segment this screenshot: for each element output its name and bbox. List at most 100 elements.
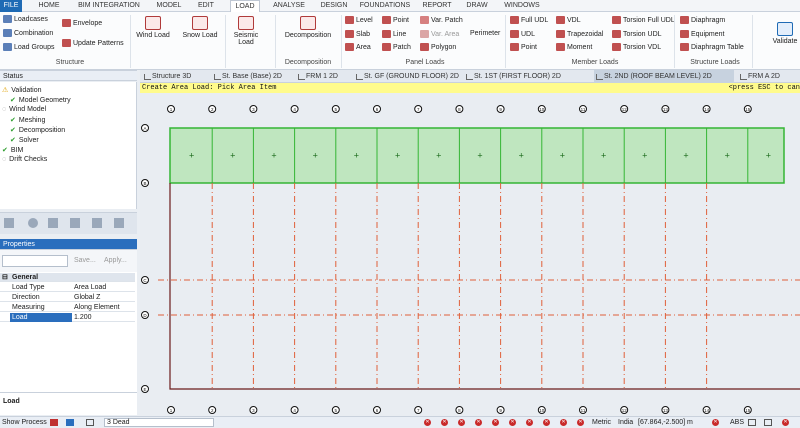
- load-mode-icon[interactable]: [50, 419, 58, 426]
- wind-load-button[interactable]: Wind Load: [134, 16, 172, 39]
- globe-icon[interactable]: [28, 218, 38, 228]
- menu-analyse[interactable]: ANALYSE: [270, 0, 308, 12]
- prop-row-load[interactable]: Load 1.200: [0, 313, 135, 322]
- tree-item-meshing[interactable]: ✔ Meshing: [10, 116, 45, 125]
- menu-bim-integration[interactable]: BIM INTEGRATION: [73, 0, 145, 12]
- diaphragm-table-button[interactable]: Diaphragm Table: [680, 43, 744, 51]
- section-general[interactable]: ⊟ General: [0, 273, 135, 282]
- tab-st-base[interactable]: St. Base (Base) 2D: [212, 70, 292, 83]
- area-button[interactable]: Area: [345, 43, 371, 51]
- description-panel: Load: [0, 392, 137, 415]
- close-icon[interactable]: ✕: [475, 419, 482, 426]
- close-icon[interactable]: ✕: [526, 419, 533, 426]
- close-icon[interactable]: ✕: [712, 419, 719, 426]
- tab-st-1st[interactable]: St. 1ST (FIRST FLOOR) 2D: [464, 70, 590, 83]
- loadcase-selector[interactable]: 3 Dead: [104, 418, 214, 427]
- perimeter-button[interactable]: Perimeter: [470, 30, 500, 37]
- tab-frm-a[interactable]: FRM A 2D: [738, 70, 798, 83]
- tree-item-drift-checks[interactable]: ◌ Drift Checks: [2, 156, 47, 163]
- tree-item-decomposition[interactable]: ✔ Decomposition: [10, 126, 65, 135]
- menu-report[interactable]: REPORT: [418, 0, 456, 12]
- close-icon[interactable]: ✕: [560, 419, 567, 426]
- validate-button[interactable]: Validate: [770, 22, 800, 45]
- menu-foundations[interactable]: FOUNDATIONS: [357, 0, 413, 12]
- menu-draw[interactable]: DRAW: [462, 0, 492, 12]
- tab-st-gf[interactable]: St. GF (GROUND FLOOR) 2D: [354, 70, 460, 83]
- torsion-full-udl-button[interactable]: Torsion Full UDL: [612, 16, 675, 24]
- line-button[interactable]: Line: [382, 30, 406, 38]
- slab-button[interactable]: Slab: [345, 30, 370, 38]
- snow-load-button[interactable]: Snow Load: [180, 16, 220, 39]
- decomposition-button[interactable]: Decomposition: [280, 16, 336, 39]
- save-button[interactable]: Save...: [74, 257, 96, 264]
- mail-icon[interactable]: [86, 419, 94, 426]
- tool-icon[interactable]: [4, 218, 14, 228]
- loadcases-button[interactable]: Loadcases: [3, 15, 48, 23]
- prop-row-direction[interactable]: Direction Global Z: [0, 293, 135, 302]
- properties-selector[interactable]: [2, 255, 68, 267]
- close-icon[interactable]: ✕: [424, 419, 431, 426]
- combination-button[interactable]: Combination: [3, 29, 53, 37]
- drawing-canvas[interactable]: + + + + + + + + + + + + + + +1 1 2 2 3 3 4 4 5 5 6 6 7 7 8 8 9 9 10 10 11 1…: [140, 93, 800, 416]
- close-icon[interactable]: ✕: [458, 419, 465, 426]
- prop-row-measuring[interactable]: Measuring Along Element: [0, 303, 135, 312]
- show-process-label[interactable]: Show Process: [2, 417, 47, 428]
- tree-item-wind-model[interactable]: ◌ Wind Model: [2, 106, 46, 113]
- tab-structure-3d[interactable]: Structure 3D: [142, 70, 208, 83]
- tab-frm-1[interactable]: FRM 1 2D: [296, 70, 350, 83]
- udl-button[interactable]: UDL: [510, 30, 535, 38]
- snap-icon[interactable]: [748, 419, 756, 426]
- update-patterns-button[interactable]: Update Patterns: [62, 39, 124, 47]
- seismic-load-button[interactable]: Seismic Load: [228, 16, 264, 46]
- menu-model[interactable]: MODEL: [153, 0, 185, 12]
- level-button[interactable]: Level: [345, 16, 373, 24]
- var-patch-button[interactable]: Var. Patch: [420, 16, 463, 24]
- trapezoidal-button[interactable]: Trapezoidal: [556, 30, 603, 38]
- menu-edit[interactable]: EDIT: [193, 0, 219, 12]
- ortho-icon[interactable]: [764, 419, 772, 426]
- group-label-structure: Structure: [55, 59, 85, 66]
- patch-button[interactable]: Patch: [382, 43, 411, 51]
- tree-item-validation[interactable]: ⚠ Validation: [2, 86, 42, 95]
- tree-item-solver[interactable]: ✔ Solver: [10, 136, 39, 145]
- var-area-button[interactable]: Var. Area: [420, 30, 459, 38]
- menu-windows[interactable]: WINDOWS: [500, 0, 544, 12]
- member-point-button[interactable]: Point: [510, 43, 537, 51]
- vdl-button[interactable]: VDL: [556, 16, 581, 24]
- prop-row-load-type[interactable]: Load Type Area Load: [0, 283, 135, 292]
- layers-icon[interactable]: [92, 218, 102, 228]
- apply-button[interactable]: Apply...: [104, 257, 127, 264]
- equipment-button[interactable]: Equipment: [680, 30, 724, 38]
- menu-load[interactable]: LOAD: [230, 0, 260, 12]
- close-icon[interactable]: ✕: [441, 419, 448, 426]
- structural-plan[interactable]: + + + + + + + + + + + + + + +1122334455667788991010111…: [140, 93, 800, 416]
- diaphragm-button[interactable]: Diaphragm: [680, 16, 725, 24]
- tree-item-model-geometry[interactable]: ✔ Model Geometry: [10, 96, 71, 105]
- circle-icon: ◌: [2, 156, 7, 163]
- load-icon[interactable]: [48, 218, 58, 228]
- unit-system: Metric: [592, 419, 612, 426]
- menu-file[interactable]: FILE: [0, 0, 22, 12]
- wind-load-icon: [145, 16, 161, 30]
- torsion-vdl-button[interactable]: Torsion VDL: [612, 43, 661, 51]
- load-groups-button[interactable]: Load Groups: [3, 43, 54, 51]
- full-udl-button[interactable]: Full UDL: [510, 16, 548, 24]
- envelope-button[interactable]: Envelope: [62, 19, 102, 27]
- close-icon[interactable]: ✕: [543, 419, 550, 426]
- absolute-toggle[interactable]: ABS: [730, 417, 744, 428]
- menu-design[interactable]: DESIGN: [316, 0, 352, 12]
- polygon-button[interactable]: Polygon: [420, 43, 456, 51]
- tab-st-2nd[interactable]: St. 2ND (ROOF BEAM LEVEL) 2D: [594, 70, 734, 83]
- close-icon[interactable]: ✕: [492, 419, 499, 426]
- close-icon[interactable]: ✕: [782, 419, 789, 426]
- tree-item-bim[interactable]: ✔ BIM: [2, 146, 23, 155]
- close-icon[interactable]: ✕: [577, 419, 584, 426]
- moment-button[interactable]: Moment: [556, 43, 592, 51]
- structure-icon[interactable]: [70, 218, 80, 228]
- menu-home[interactable]: HOME: [35, 0, 63, 12]
- torsion-udl-button[interactable]: Torsion UDL: [612, 30, 662, 38]
- panel-point-button[interactable]: Point: [382, 16, 409, 24]
- close-icon[interactable]: ✕: [509, 419, 516, 426]
- flag-icon[interactable]: [114, 218, 124, 228]
- person-icon[interactable]: [66, 419, 74, 426]
